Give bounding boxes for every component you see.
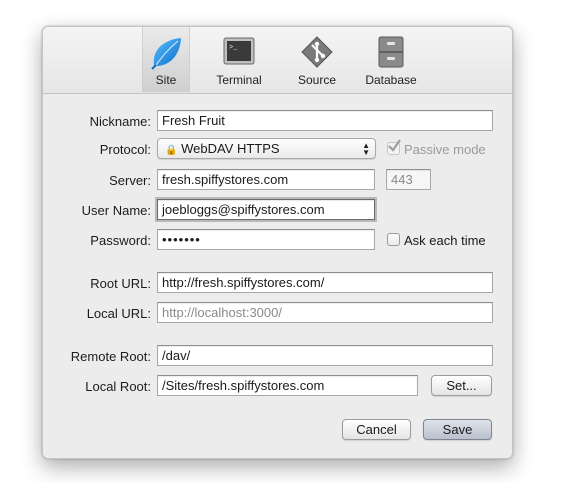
- nickname-label: Nickname:: [89, 114, 151, 129]
- local-root-field[interactable]: /Sites/fresh.spiffystores.com: [157, 375, 418, 396]
- passive-mode-checkbox[interactable]: [387, 139, 401, 155]
- svg-text:>_: >_: [229, 44, 238, 52]
- local-url-label: Local URL:: [86, 306, 151, 321]
- leaf-icon: [151, 38, 181, 70]
- local-root-label: Local Root:: [85, 379, 151, 394]
- root-url-label: Root URL:: [90, 276, 151, 291]
- ask-each-time-checkbox[interactable]: [387, 233, 400, 246]
- lock-icon: 🔒: [165, 145, 178, 156]
- source-icon: [301, 36, 333, 68]
- passive-mode-label: Passive mode: [404, 142, 486, 157]
- toolbar: Site >_ Terminal Source Database: [43, 27, 512, 94]
- tab-database-label: Database: [365, 73, 417, 87]
- password-label: Password:: [90, 233, 151, 248]
- local-url-field[interactable]: http://localhost:3000/: [157, 302, 493, 323]
- tab-source-label: Source: [297, 73, 337, 87]
- protocol-label: Protocol:: [99, 142, 151, 157]
- database-icon: [378, 36, 404, 68]
- nickname-field[interactable]: Fresh Fruit: [157, 110, 493, 131]
- save-button[interactable]: Save: [423, 419, 492, 440]
- tab-database[interactable]: Database: [363, 31, 419, 91]
- site-settings-window: Site >_ Terminal Source Database Nicknam…: [42, 26, 513, 459]
- port-field[interactable]: 443: [386, 169, 431, 190]
- protocol-value: WebDAV HTTPS: [181, 141, 280, 156]
- server-field[interactable]: fresh.spiffystores.com: [157, 169, 375, 190]
- set-button[interactable]: Set...: [431, 375, 492, 396]
- server-label: Server:: [109, 173, 151, 188]
- password-field[interactable]: •••••••: [157, 229, 375, 250]
- checkmark-icon: [388, 139, 401, 152]
- cancel-button[interactable]: Cancel: [342, 419, 411, 440]
- user-name-label: User Name:: [81, 203, 151, 218]
- remote-root-label: Remote Root:: [70, 349, 151, 364]
- tab-terminal[interactable]: >_ Terminal: [211, 31, 267, 91]
- terminal-icon: >_: [223, 37, 255, 65]
- root-url-field[interactable]: http://fresh.spiffystores.com/: [157, 272, 493, 293]
- remote-root-field[interactable]: /dav/: [157, 345, 493, 366]
- ask-each-time-label: Ask each time: [404, 233, 486, 248]
- user-name-field[interactable]: joebloggs@spiffystores.com: [157, 199, 375, 220]
- updown-arrows-icon: ▲ ▼: [362, 141, 370, 157]
- protocol-popup[interactable]: 🔒 WebDAV HTTPS ▲ ▼: [157, 138, 376, 159]
- tab-site-label: Site: [155, 73, 177, 87]
- tab-site[interactable]: Site: [142, 27, 190, 92]
- tab-source[interactable]: Source: [292, 31, 342, 91]
- tab-terminal-label: Terminal: [216, 73, 262, 87]
